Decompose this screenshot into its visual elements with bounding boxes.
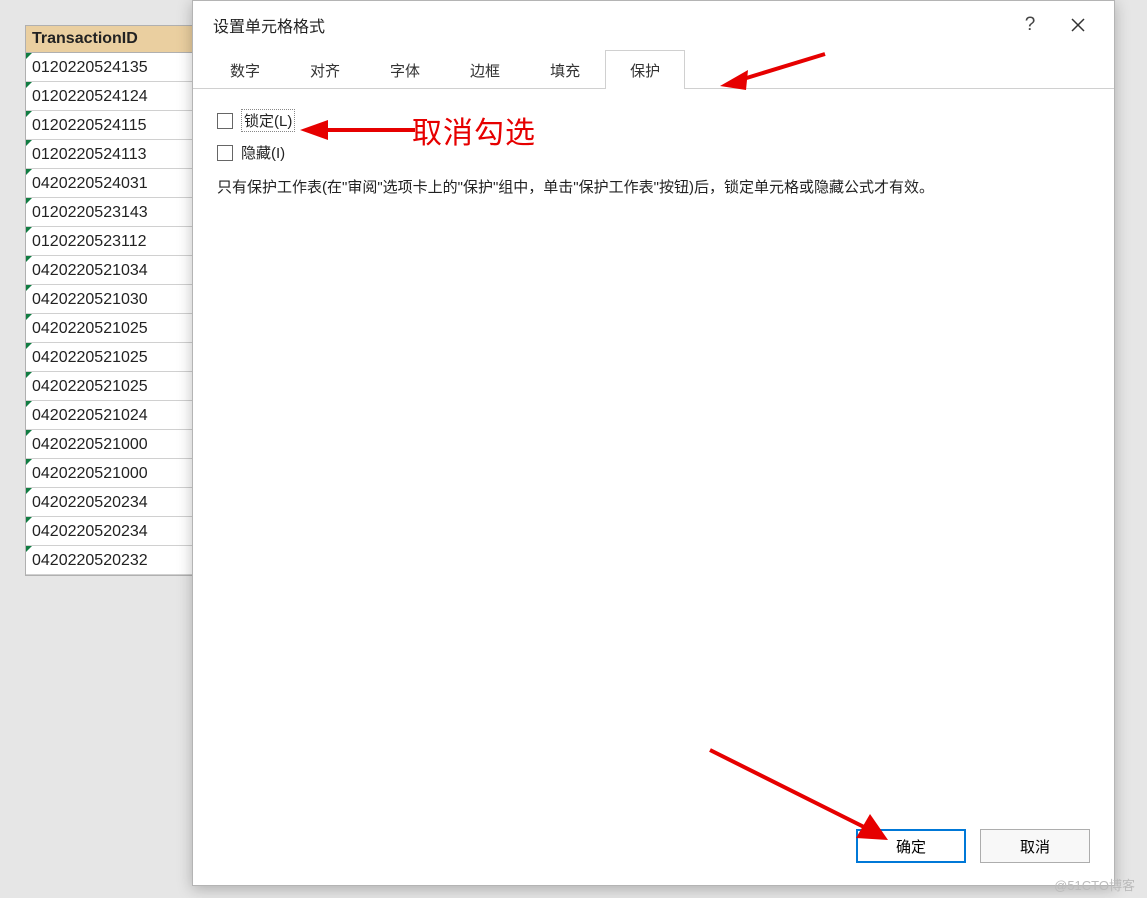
table-row[interactable]: 0420220521034 (26, 256, 204, 285)
table-row[interactable]: 0420220521000 (26, 459, 204, 488)
table-row[interactable]: 0420220521000 (26, 430, 204, 459)
close-button[interactable] (1058, 5, 1098, 45)
hide-label: 隐藏(I) (241, 142, 285, 163)
tab-border[interactable]: 边框 (445, 50, 525, 89)
tab-font[interactable]: 字体 (365, 50, 445, 89)
hide-checkbox[interactable] (217, 145, 233, 161)
protect-info-text: 只有保护工作表(在"审阅"选项卡上的"保护"组中，单击"保护工作表"按钮)后，锁… (217, 175, 1090, 201)
dialog-body: 锁定(L) 隐藏(I) 只有保护工作表(在"审阅"选项卡上的"保护"组中，单击"… (193, 89, 1114, 221)
tab-fill[interactable]: 填充 (525, 50, 605, 89)
column-header: TransactionID (26, 26, 204, 53)
lock-label: 锁定(L) (241, 109, 295, 132)
spreadsheet-column: TransactionID 0120220524135 012022052412… (25, 25, 205, 576)
ok-button[interactable]: 确定 (856, 829, 966, 863)
dialog-title: 设置单元格格式 (213, 13, 1010, 37)
table-row[interactable]: 0120220524135 (26, 53, 204, 82)
close-icon (1071, 18, 1085, 32)
table-row[interactable]: 0420220520234 (26, 488, 204, 517)
dialog-buttons: 确定 取消 (856, 829, 1090, 863)
table-row[interactable]: 0420220520234 (26, 517, 204, 546)
table-row[interactable]: 0420220520232 (26, 546, 204, 575)
dialog-titlebar: 设置单元格格式 ? (193, 1, 1114, 49)
table-row[interactable]: 0120220523143 (26, 198, 204, 227)
tab-number[interactable]: 数字 (205, 50, 285, 89)
format-cells-dialog: 设置单元格格式 ? 数字 对齐 字体 边框 填充 保护 锁定(L) 隐藏(I) … (192, 0, 1115, 886)
table-row[interactable]: 0420220524031 (26, 169, 204, 198)
table-row[interactable]: 0420220521025 (26, 372, 204, 401)
hide-checkbox-row[interactable]: 隐藏(I) (217, 142, 1090, 163)
table-row[interactable]: 0120220523112 (26, 227, 204, 256)
table-row[interactable]: 0420220521030 (26, 285, 204, 314)
lock-checkbox[interactable] (217, 113, 233, 129)
watermark: @51CTO博客 (1054, 875, 1135, 894)
tab-align[interactable]: 对齐 (285, 50, 365, 89)
cancel-button[interactable]: 取消 (980, 829, 1090, 863)
tab-protect[interactable]: 保护 (605, 50, 685, 89)
table-row[interactable]: 0120220524115 (26, 111, 204, 140)
table-row[interactable]: 0420220521025 (26, 314, 204, 343)
table-row[interactable]: 0420220521024 (26, 401, 204, 430)
lock-checkbox-row[interactable]: 锁定(L) (217, 109, 1090, 132)
table-row[interactable]: 0120220524124 (26, 82, 204, 111)
table-row[interactable]: 0120220524113 (26, 140, 204, 169)
table-row[interactable]: 0420220521025 (26, 343, 204, 372)
help-button[interactable]: ? (1010, 5, 1050, 45)
dialog-tabs: 数字 对齐 字体 边框 填充 保护 (193, 49, 1114, 89)
